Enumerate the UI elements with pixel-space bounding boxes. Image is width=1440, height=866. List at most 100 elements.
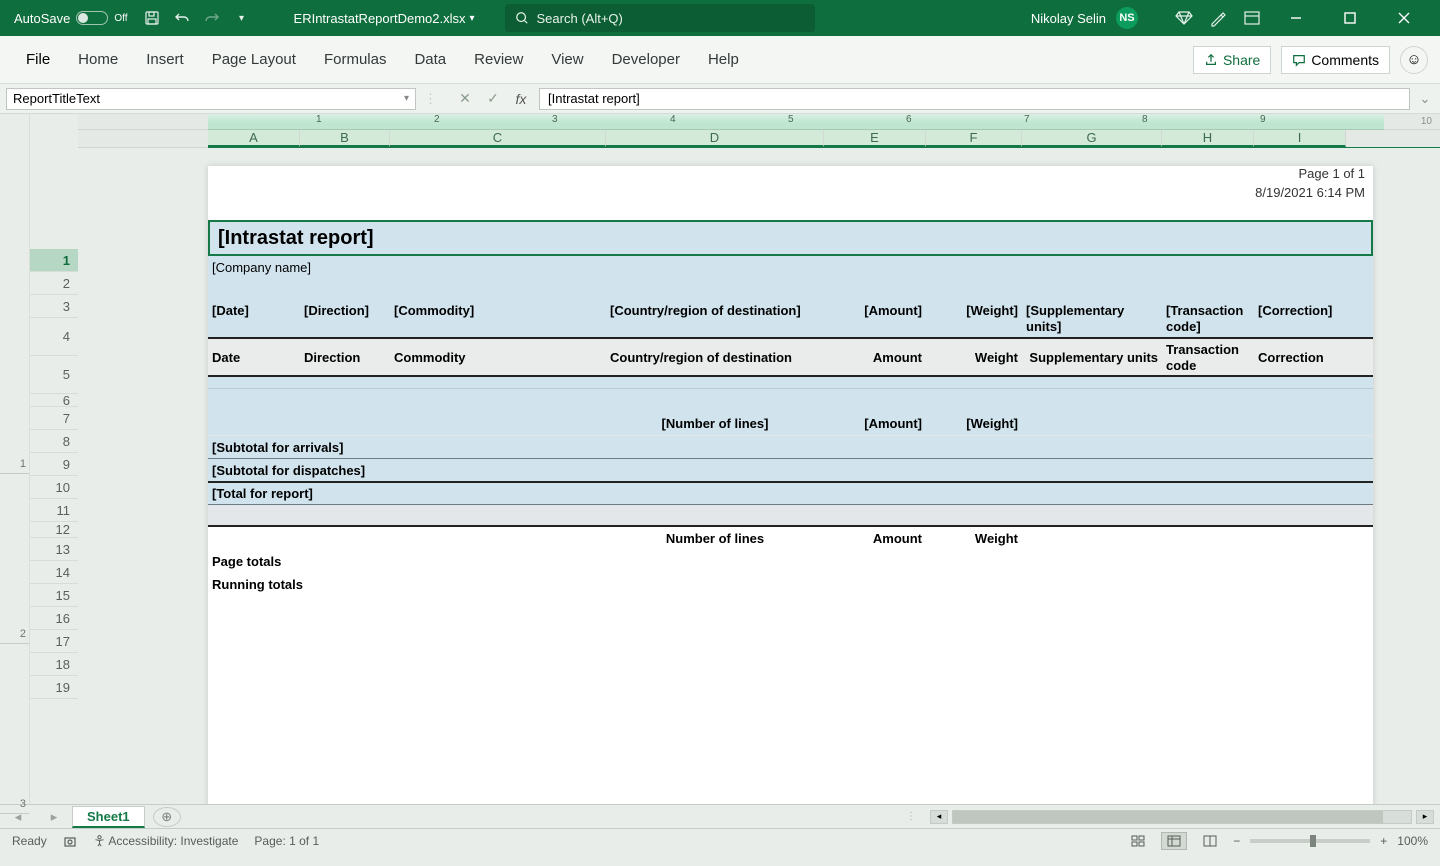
drag-handle-icon[interactable]: ⋮ [906,811,916,822]
row-head-9[interactable]: 9 [30,453,78,476]
header-row[interactable]: Date Direction Commodity Country/region … [208,339,1373,377]
pen-icon[interactable] [1206,6,1230,30]
total-row[interactable]: [Total for report] [208,481,1373,505]
row-head-4[interactable]: 4 [30,318,78,356]
scroll-track[interactable] [952,810,1412,824]
scroll-right-icon[interactable]: ▸ [1416,810,1434,824]
col-head-e[interactable]: E [824,130,926,147]
qat-dropdown-icon[interactable]: ▾ [230,6,254,30]
filename-display[interactable]: ERIntrastatReportDemo2.xlsx ▾ [294,11,475,26]
accessibility-status[interactable]: Accessibility: Investigate [93,834,239,848]
scroll-thumb[interactable] [953,811,1383,823]
placeholder-header-row[interactable]: [Date] [Direction] [Commodity] [Country/… [208,301,1373,339]
close-button[interactable] [1382,4,1426,32]
row-head-14[interactable]: 14 [30,561,78,584]
save-icon[interactable] [140,6,164,30]
fx-icon[interactable]: fx [509,88,533,110]
row-head-10[interactable]: 10 [30,476,78,499]
tab-home[interactable]: Home [64,45,132,74]
normal-view-icon[interactable] [1125,832,1151,850]
subtotal-dispatches-row[interactable]: [Subtotal for dispatches] [208,458,1373,481]
tab-view[interactable]: View [537,45,597,74]
file-tab[interactable]: File [12,45,64,74]
row-head-19[interactable]: 19 [30,676,78,699]
tab-formulas[interactable]: Formulas [310,45,401,74]
feedback-button[interactable]: ☺ [1400,46,1428,74]
horizontal-scrollbar[interactable]: ⋮ ◂ ▸ [181,810,1440,824]
tab-data[interactable]: Data [400,45,460,74]
add-sheet-button[interactable]: ⊕ [153,807,181,827]
expand-formula-icon[interactable]: ⌄ [1416,91,1434,107]
blank-row[interactable] [208,389,1373,412]
redo-icon[interactable] [200,6,224,30]
search-box[interactable]: Search (Alt+Q) [505,4,815,32]
row-head-6[interactable]: 6 [30,394,78,407]
page-totals-row[interactable]: Page totals [208,550,1373,573]
ribbon-display-icon[interactable] [1240,6,1264,30]
company-row[interactable]: [Company name] [208,256,1373,279]
col-head-h[interactable]: H [1162,130,1254,147]
row-head-5[interactable]: 5 [30,356,78,394]
col-head-g[interactable]: G [1022,130,1162,147]
row-head-8[interactable]: 8 [30,430,78,453]
tab-insert[interactable]: Insert [132,45,198,74]
formula-input[interactable]: [Intrastat report] [539,88,1410,110]
zoom-slider[interactable] [1250,839,1370,843]
col-head-i[interactable]: I [1254,130,1346,147]
gap-row[interactable] [208,505,1373,525]
hdr-direction: [Direction] [300,301,390,319]
row-head-17[interactable]: 17 [30,630,78,653]
next-sheet-icon[interactable]: ▸ [51,809,58,825]
sheet-area[interactable]: Page 1 of 1 8/19/2021 6:14 PM [Intrastat… [78,148,1440,804]
row-head-16[interactable]: 16 [30,607,78,630]
prev-sheet-icon[interactable]: ◂ [15,809,22,825]
enter-formula-icon[interactable]: ✓ [481,88,505,110]
col-head-c[interactable]: C [390,130,606,147]
scroll-left-icon[interactable]: ◂ [930,810,948,824]
cancel-formula-icon[interactable]: ✕ [453,88,477,110]
comments-button[interactable]: Comments [1281,46,1390,74]
col-head-d[interactable]: D [606,130,824,147]
running-totals-row[interactable]: Running totals [208,573,1373,596]
undo-icon[interactable] [170,6,194,30]
hdr-commodity: [Commodity] [390,301,606,319]
user-avatar[interactable]: NS [1116,7,1138,29]
row-head-13[interactable]: 13 [30,538,78,561]
line-totals-row[interactable]: [Number of lines] [Amount] [Weight] [208,412,1373,435]
tab-help[interactable]: Help [694,45,753,74]
autosave-toggle[interactable]: AutoSave Off [6,11,136,26]
maximize-button[interactable] [1328,4,1372,32]
row-head-2[interactable]: 2 [30,272,78,295]
name-box[interactable]: ReportTitleText ▾ [6,88,416,110]
zoom-level[interactable]: 100% [1397,834,1428,848]
tab-review[interactable]: Review [460,45,537,74]
minimize-button[interactable] [1274,4,1318,32]
tab-page-layout[interactable]: Page Layout [198,45,310,74]
row-head-7[interactable]: 7 [30,407,78,430]
tab-developer[interactable]: Developer [598,45,694,74]
band-row[interactable] [208,377,1373,389]
sheet-tab-1[interactable]: Sheet1 [72,806,145,828]
col-head-f[interactable]: F [926,130,1022,147]
page-layout-view-icon[interactable] [1161,832,1187,850]
col-head-b[interactable]: B [300,130,390,147]
row-head-15[interactable]: 15 [30,584,78,607]
row-head-18[interactable]: 18 [30,653,78,676]
zoom-in-icon[interactable]: + [1380,834,1387,848]
row-head-1[interactable]: 1 [30,249,78,272]
subtotal-arrivals-row[interactable]: [Subtotal for arrivals] [208,435,1373,458]
footer-header-row[interactable]: Number of lines Amount Weight [208,527,1373,550]
blank-row[interactable] [208,279,1373,301]
row-head-11[interactable]: 11 [30,499,78,522]
zoom-out-icon[interactable]: − [1233,834,1240,848]
row-head-3[interactable]: 3 [30,295,78,318]
diamond-icon[interactable] [1172,6,1196,30]
user-name[interactable]: Nikolay Selin [1031,11,1106,26]
page-break-view-icon[interactable] [1197,832,1223,850]
macro-record-icon[interactable] [63,834,77,848]
share-button[interactable]: Share [1193,46,1271,74]
report-title-cell[interactable]: [Intrastat report] [208,220,1373,256]
col-head-a[interactable]: A [208,130,300,147]
row-head-12[interactable]: 12 [30,522,78,538]
hdr-weight: [Weight] [926,301,1022,319]
